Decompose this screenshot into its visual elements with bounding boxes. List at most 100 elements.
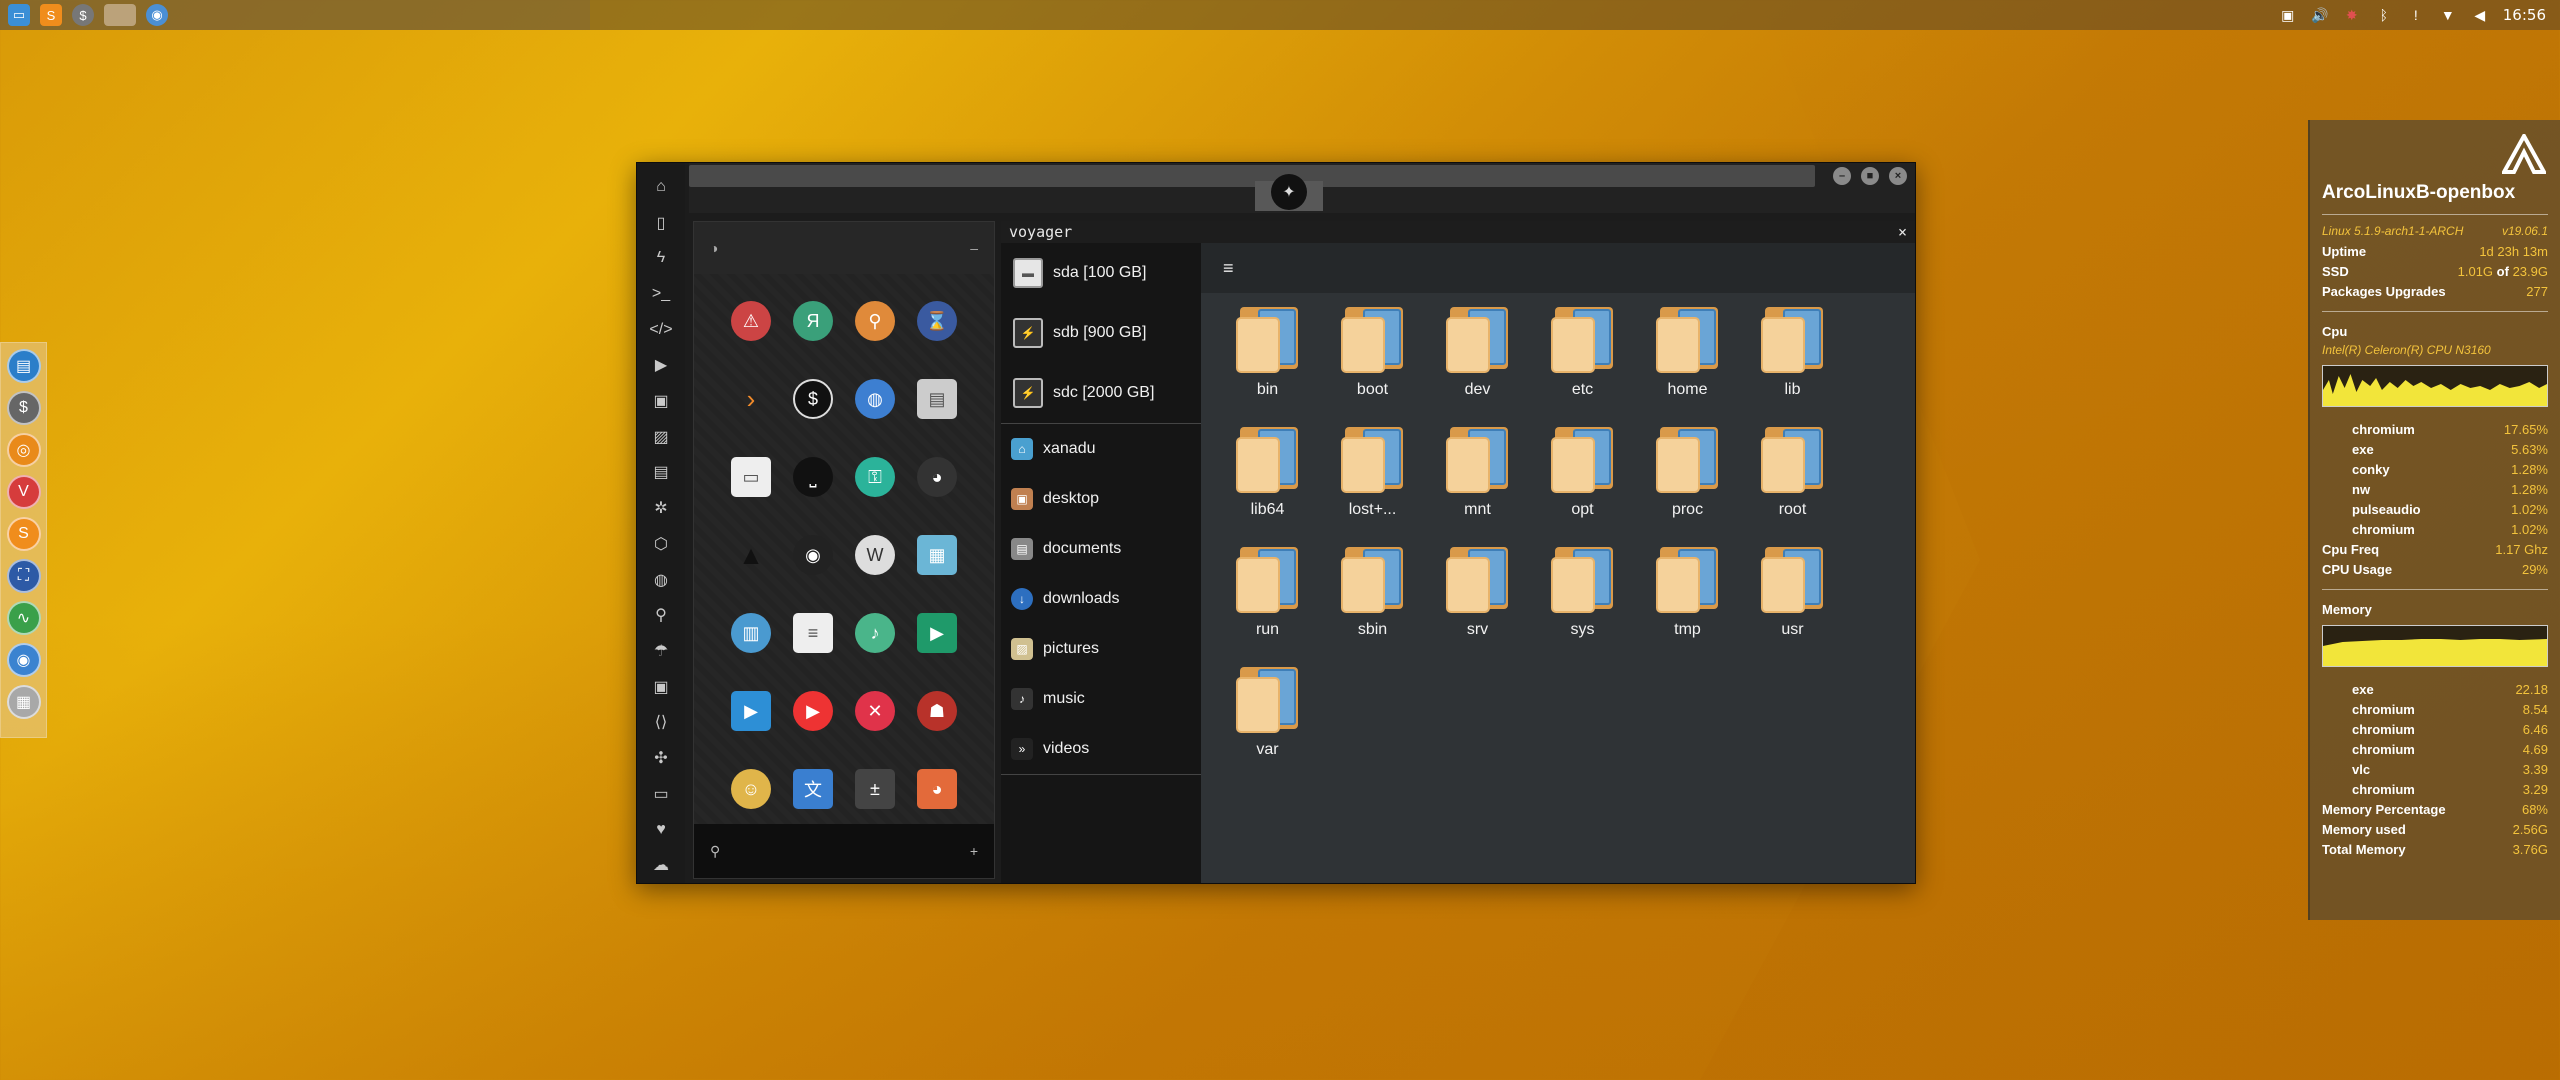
bolt-icon[interactable]: ϟ: [649, 240, 673, 276]
place-item[interactable]: ⌂ xanadu: [1001, 424, 1201, 474]
folder-item[interactable]: sbin: [1320, 543, 1425, 663]
place-item[interactable]: ▣ desktop: [1001, 474, 1201, 524]
screenshot-icon[interactable]: ⛶: [6, 559, 41, 593]
robot-app-icon[interactable]: ☺: [731, 769, 771, 809]
search-icon[interactable]: ⚲: [649, 597, 673, 633]
maximize-button[interactable]: ■: [1861, 167, 1879, 185]
files-icon[interactable]: ▭: [8, 4, 30, 26]
umbrella-icon[interactable]: ☂: [649, 633, 673, 669]
folder-item[interactable]: mnt: [1425, 423, 1530, 543]
menu-icon[interactable]: ≡: [1223, 258, 1234, 279]
empire-icon[interactable]: ⬡: [649, 526, 673, 562]
contrast-icon[interactable]: ◑: [710, 240, 718, 256]
folder-item[interactable]: proc: [1635, 423, 1740, 543]
window-app-icon[interactable]: ▭: [731, 457, 771, 497]
death-star-app-icon[interactable]: ◉: [793, 535, 833, 575]
minimize-button[interactable]: –: [1833, 167, 1851, 185]
place-item[interactable]: ▤ documents: [1001, 524, 1201, 574]
folder-item[interactable]: var: [1215, 663, 1320, 783]
sublime-icon[interactable]: S: [40, 4, 62, 26]
home-icon[interactable]: ⌂: [649, 169, 673, 205]
collapse-icon[interactable]: –: [970, 240, 978, 256]
workspace-icon[interactable]: [104, 4, 136, 26]
place-item[interactable]: ↓ downloads: [1001, 574, 1201, 624]
play-icon[interactable]: ▶: [649, 348, 673, 384]
yandex-app-icon[interactable]: Я: [793, 301, 833, 341]
folder-item[interactable]: lib: [1740, 303, 1845, 423]
music-app-icon[interactable]: ♪: [855, 613, 895, 653]
place-item[interactable]: ♪ music: [1001, 674, 1201, 724]
folder-item[interactable]: opt: [1530, 423, 1635, 543]
id-icon[interactable]: ▤: [649, 455, 673, 491]
media-icon[interactable]: ▣: [649, 383, 673, 419]
monitor-icon[interactable]: ∿: [6, 601, 41, 635]
starfleet-app-icon[interactable]: ▲: [731, 535, 771, 575]
drive-item[interactable]: ▬ sda [100 GB]: [1001, 243, 1201, 303]
image-icon[interactable]: ▨: [649, 419, 673, 455]
folder-item[interactable]: sys: [1530, 543, 1635, 663]
lock-cloud-app-icon[interactable]: ⚿: [855, 457, 895, 497]
translate-app-icon[interactable]: 文: [793, 769, 833, 809]
heart-icon[interactable]: ♥: [649, 812, 673, 848]
youtube-app-icon[interactable]: ▶: [793, 691, 833, 731]
vivaldi-icon[interactable]: V: [6, 475, 41, 509]
clock[interactable]: 16:56: [2503, 6, 2546, 24]
code-icon[interactable]: </>: [649, 312, 673, 348]
gear-icon[interactable]: ✲: [649, 490, 673, 526]
youtube-icon[interactable]: ▭: [649, 776, 673, 812]
calculator-app-icon[interactable]: ±: [855, 769, 895, 809]
search-icon[interactable]: ⚲: [710, 843, 720, 860]
money-icon[interactable]: $: [72, 4, 94, 26]
search-app-icon[interactable]: ⚲: [855, 301, 895, 341]
globe-icon[interactable]: ◍: [649, 562, 673, 598]
window-titlebar[interactable]: ✦ – ■ ×: [689, 163, 1915, 213]
chevron-app-icon[interactable]: ›: [731, 379, 771, 419]
chromium-icon[interactable]: ◉: [146, 4, 168, 26]
folder-item[interactable]: home: [1635, 303, 1740, 423]
video-app-icon[interactable]: ▶: [917, 613, 957, 653]
github-app-icon[interactable]: ◕: [917, 457, 957, 497]
battery-icon[interactable]: !: [2407, 6, 2425, 24]
hourglass-app-icon[interactable]: ⌛: [917, 301, 957, 341]
add-icon[interactable]: +: [970, 843, 978, 859]
document-icon[interactable]: ▯: [649, 205, 673, 241]
warning-app-icon[interactable]: ⚠: [731, 301, 771, 341]
screenshot-tray-icon[interactable]: ▣: [2279, 6, 2297, 24]
blender-icon[interactable]: ◎: [6, 433, 41, 467]
wikipedia-app-icon[interactable]: W: [855, 535, 895, 575]
folder-item[interactable]: bin: [1215, 303, 1320, 423]
bluetooth-icon[interactable]: ᛒ: [2375, 6, 2393, 24]
folder-item[interactable]: lost+...: [1320, 423, 1425, 543]
volume-icon[interactable]: ◀: [2471, 6, 2489, 24]
place-item[interactable]: ▨ pictures: [1001, 624, 1201, 674]
folder-item[interactable]: boot: [1320, 303, 1425, 423]
folder-item[interactable]: tmp: [1635, 543, 1740, 663]
globe-app-icon[interactable]: ◍: [855, 379, 895, 419]
folder-item[interactable]: dev: [1425, 303, 1530, 423]
file-manager-icon[interactable]: ▤: [6, 349, 41, 383]
folder-item[interactable]: srv: [1425, 543, 1530, 663]
audio-tray-icon[interactable]: 🔊: [2311, 6, 2329, 24]
place-item[interactable]: » videos: [1001, 724, 1201, 774]
fullscreen-icon[interactable]: ✣: [649, 740, 673, 776]
wifi-icon[interactable]: ▼: [2439, 6, 2457, 24]
folder-item[interactable]: run: [1215, 543, 1320, 663]
folder-item[interactable]: root: [1740, 423, 1845, 543]
file-manager-close-button[interactable]: ×: [1898, 223, 1907, 241]
notes-app-icon[interactable]: ≡: [793, 613, 833, 653]
keyboard-app-icon[interactable]: ⎵: [793, 457, 833, 497]
network-icon[interactable]: ▦: [6, 685, 41, 719]
link-icon[interactable]: ⟨⟩: [649, 705, 673, 741]
close-button[interactable]: ×: [1889, 167, 1907, 185]
terminal-app-icon[interactable]: $: [793, 379, 833, 419]
map-app-icon[interactable]: ▦: [917, 535, 957, 575]
books-app-icon[interactable]: ▥: [731, 613, 771, 653]
player-app-icon[interactable]: ▶: [731, 691, 771, 731]
terminal-icon[interactable]: >_: [649, 276, 673, 312]
sublime-icon[interactable]: S: [6, 517, 41, 551]
chromium-icon[interactable]: ◉: [6, 643, 41, 677]
update-tray-icon[interactable]: ✸: [2343, 6, 2361, 24]
money-icon[interactable]: $: [6, 391, 41, 425]
photos-app-icon[interactable]: ◕: [917, 769, 957, 809]
folder-item[interactable]: lib64: [1215, 423, 1320, 543]
